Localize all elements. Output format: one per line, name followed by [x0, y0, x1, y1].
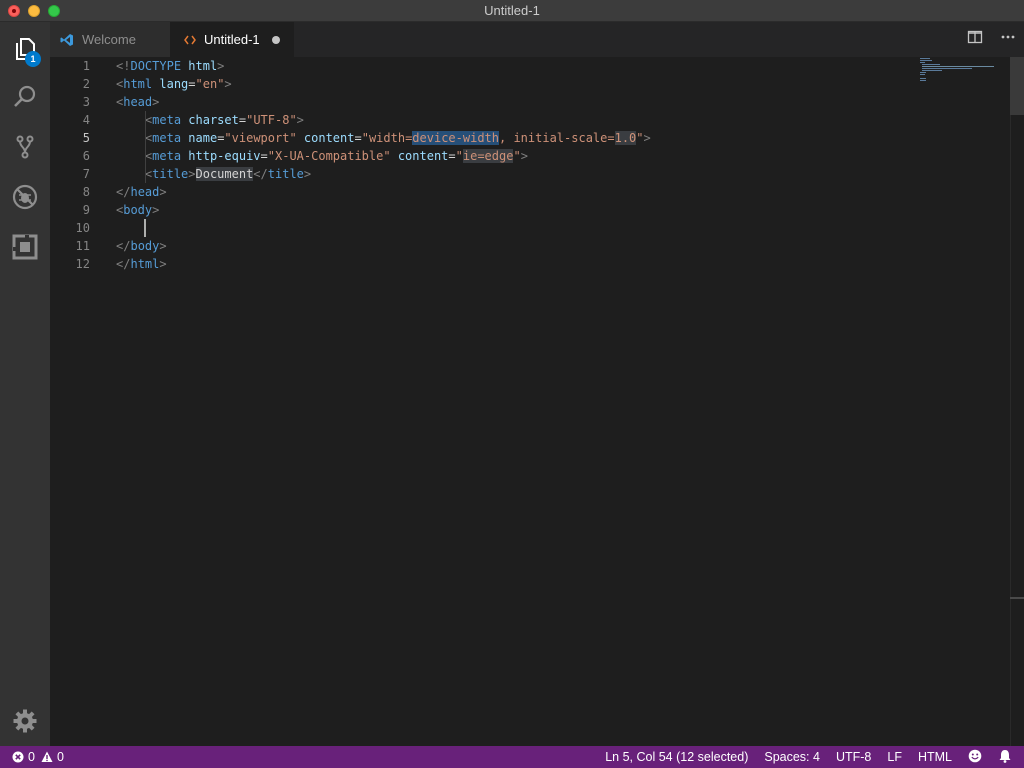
- line-number: 10: [75, 221, 90, 235]
- feedback-button[interactable]: [968, 749, 982, 766]
- split-editor-icon: [967, 29, 983, 50]
- encoding-status[interactable]: UTF-8: [836, 750, 871, 764]
- tab-untitled-1[interactable]: Untitled-1: [170, 22, 294, 57]
- line-number: 1: [82, 59, 90, 73]
- title-bar: Untitled-1: [0, 0, 1024, 22]
- bell-icon: [998, 749, 1012, 766]
- code-text: </body>: [116, 239, 167, 253]
- vertical-scrollbar[interactable]: [1010, 57, 1024, 746]
- search-icon: [12, 84, 38, 110]
- warning-count: 0: [56, 750, 64, 764]
- code-text: <html lang="en">: [116, 77, 232, 91]
- code-text: <body>: [116, 203, 160, 217]
- line-number: 6: [82, 149, 90, 163]
- tab-label: Welcome: [82, 32, 136, 47]
- line-number: 11: [75, 239, 90, 253]
- line-number: 3: [82, 95, 90, 109]
- line-number: 7: [82, 167, 90, 181]
- smiley-icon: [968, 749, 982, 766]
- error-icon: [12, 751, 24, 763]
- activity-extensions[interactable]: [0, 222, 50, 272]
- code-text: <meta name="viewport" content="width=dev…: [144, 131, 651, 145]
- minimap[interactable]: [920, 57, 1010, 87]
- html-file-icon: [184, 34, 196, 46]
- vscode-icon: [60, 33, 74, 47]
- ellipsis-icon: [1000, 29, 1016, 50]
- notifications-button[interactable]: [998, 749, 1012, 766]
- unsaved-dot-icon[interactable]: [272, 36, 280, 44]
- indent-guide: [145, 111, 146, 183]
- warning-icon: [41, 751, 53, 763]
- debug-icon: [11, 183, 39, 211]
- line-number: 12: [75, 257, 90, 271]
- tab-welcome[interactable]: Welcome: [50, 22, 170, 57]
- tab-actions: [958, 22, 1024, 57]
- line-number: 5: [82, 131, 90, 145]
- tab-label: Untitled-1: [204, 32, 260, 47]
- code-text: </head>: [116, 185, 167, 199]
- text-cursor: [144, 219, 146, 237]
- activity-settings[interactable]: [0, 696, 50, 746]
- status-bar: 0 0 Ln 5, Col 54 (12 selected) Spaces: 4…: [0, 746, 1024, 768]
- line-number: 9: [82, 203, 90, 217]
- activity-explorer[interactable]: 1: [0, 24, 50, 74]
- language-mode-status[interactable]: HTML: [918, 750, 952, 764]
- code-text: </html>: [116, 257, 167, 271]
- window-title: Untitled-1: [484, 3, 540, 18]
- split-editor-button[interactable]: [958, 22, 991, 57]
- line-number: 8: [82, 185, 90, 199]
- tab-bar: Welcome Untitled-1: [50, 22, 1024, 57]
- code-editor[interactable]: 1 <!DOCTYPE html> 2 <html lang="en"> 3 <head>…: [50, 57, 1024, 746]
- extensions-icon: [12, 234, 38, 260]
- code-text: <!DOCTYPE html>: [116, 59, 225, 73]
- more-actions-button[interactable]: [991, 22, 1024, 57]
- activity-search[interactable]: [0, 72, 50, 122]
- problems-status[interactable]: 0 0: [12, 750, 64, 764]
- eol-status[interactable]: LF: [887, 750, 902, 764]
- code-text: <meta http-equiv="X-UA-Compatible" conte…: [144, 149, 528, 163]
- activity-source-control[interactable]: [0, 122, 50, 172]
- activity-bar: 1: [0, 22, 50, 746]
- cursor-position-status[interactable]: Ln 5, Col 54 (12 selected): [605, 750, 748, 764]
- line-number: 2: [82, 77, 90, 91]
- activity-debug[interactable]: [0, 172, 50, 222]
- scrollbar-marker: [1010, 597, 1024, 599]
- error-count: 0: [28, 750, 35, 764]
- explorer-badge: 1: [25, 51, 41, 67]
- line-number: 4: [82, 113, 90, 127]
- code-text: <head>: [116, 95, 160, 109]
- scrollbar-thumb[interactable]: [1010, 57, 1024, 115]
- indentation-status[interactable]: Spaces: 4: [764, 750, 820, 764]
- gear-icon: [13, 709, 37, 733]
- source-control-icon: [12, 134, 38, 160]
